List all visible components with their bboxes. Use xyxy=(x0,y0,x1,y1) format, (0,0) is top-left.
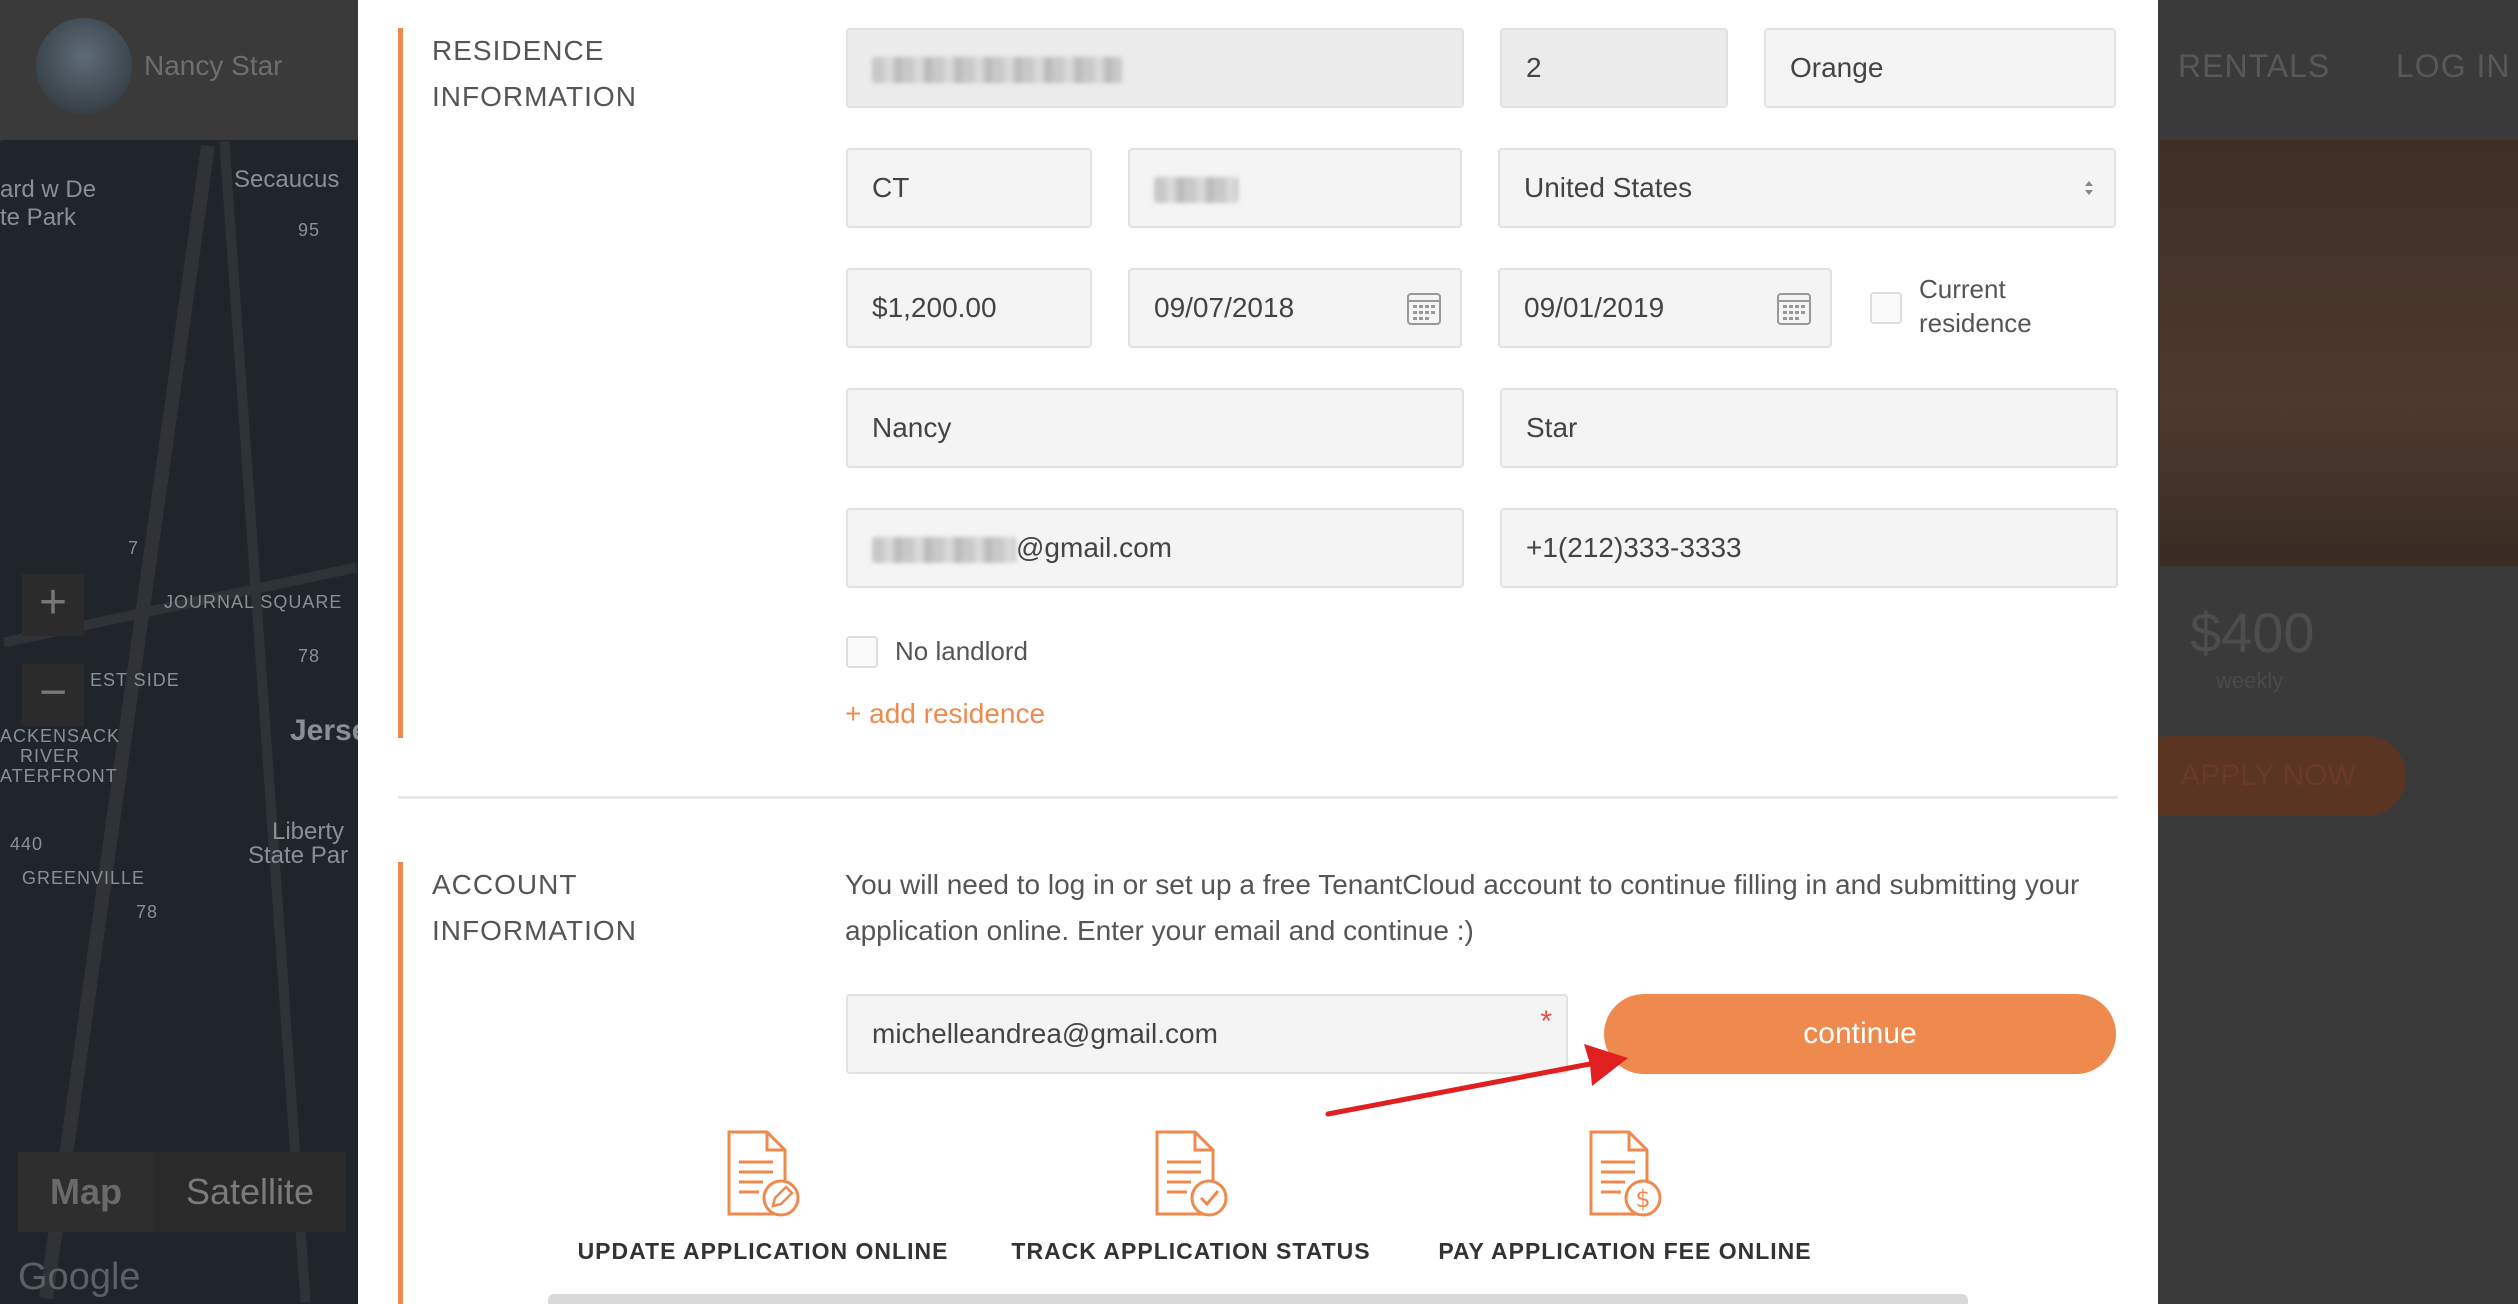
section-title-line: RESIDENCE xyxy=(432,35,605,66)
landlord-first-name-field[interactable]: Nancy xyxy=(846,388,1464,468)
street-address-field[interactable] xyxy=(846,28,1464,108)
select-arrows-icon xyxy=(2085,181,2093,195)
feature-update-online: UPDATE APPLICATION ONLINE xyxy=(548,1130,978,1265)
application-modal: RESIDENCE INFORMATION 2 Orange CT United… xyxy=(358,0,2158,1304)
google-logo: Google xyxy=(18,1256,141,1298)
section-title-line: INFORMATION xyxy=(432,81,637,112)
document-dollar-icon: $ xyxy=(1589,1130,1662,1217)
nav-rentals[interactable]: RENTALS xyxy=(2178,48,2330,85)
calendar-icon[interactable] xyxy=(1776,290,1812,326)
country-select[interactable]: United States xyxy=(1498,148,2116,228)
map-label: JOURNAL SQUARE xyxy=(164,592,343,612)
residence-section-title: RESIDENCE INFORMATION xyxy=(432,28,672,120)
route-badge: 7 xyxy=(128,538,140,558)
city-field[interactable]: Orange xyxy=(1764,28,2116,108)
landlord-last-name-field[interactable]: Star xyxy=(1500,388,2118,468)
map-zoom-in-button[interactable]: + xyxy=(22,574,84,636)
avatar xyxy=(36,18,132,114)
map-label: te Park xyxy=(0,204,77,231)
move-out-date-value: 09/01/2019 xyxy=(1524,292,1665,323)
listing-price-period: weekly xyxy=(2216,668,2284,693)
monthly-rent-field[interactable]: $1,200.00 xyxy=(846,268,1092,348)
redacted-email-user xyxy=(872,536,1016,563)
map-zoom-out-button[interactable]: − xyxy=(22,664,84,726)
map-label: RIVER xyxy=(20,746,81,766)
landlord-email-field[interactable]: @gmail.com xyxy=(846,508,1464,588)
move-in-date-field[interactable]: 09/07/2018 xyxy=(1128,268,1462,348)
map-label: Secaucus xyxy=(234,166,340,193)
map-label: ACKENSACK xyxy=(0,726,121,746)
move-in-date-value: 09/07/2018 xyxy=(1154,292,1295,323)
current-residence-label: Current residence xyxy=(1919,272,2032,340)
account-email-value: michelleandrea@gmail.com xyxy=(872,1018,1218,1049)
landlord-email-domain: @gmail.com xyxy=(1016,532,1173,563)
current-residence-checkbox[interactable] xyxy=(1870,292,1902,324)
route-badge: 440 xyxy=(10,834,44,854)
no-landlord-checkbox[interactable] xyxy=(846,636,878,668)
unit-field[interactable]: 2 xyxy=(1500,28,1728,108)
feature-pay-fee: $ PAY APPLICATION FEE ONLINE xyxy=(1410,1130,1840,1265)
document-check-icon xyxy=(1155,1130,1228,1217)
feature-label: TRACK APPLICATION STATUS xyxy=(1011,1238,1371,1264)
nav-login[interactable]: LOG IN xyxy=(2396,48,2510,85)
current-residence-label-line: Current xyxy=(1919,274,2006,304)
modal-bottom-edge xyxy=(548,1294,1968,1304)
feature-track-status: TRACK APPLICATION STATUS xyxy=(976,1130,1406,1265)
svg-text:$: $ xyxy=(1635,1185,1650,1213)
zip-field[interactable] xyxy=(1128,148,1462,228)
feature-label: PAY APPLICATION FEE ONLINE xyxy=(1438,1238,1812,1264)
map-label: ard w De xyxy=(0,176,97,203)
route-badge: 95 xyxy=(298,220,321,240)
section-accent-bar xyxy=(398,28,403,738)
country-select-value: United States xyxy=(1524,172,1693,203)
section-divider xyxy=(398,796,2118,799)
account-section-title: ACCOUNT INFORMATION xyxy=(432,862,672,954)
listing-price: $400 xyxy=(2190,601,2315,664)
user-name: Nancy Star xyxy=(144,50,283,81)
map-type-map[interactable]: Map xyxy=(18,1152,154,1232)
map-label: GREENVILLE xyxy=(22,868,146,888)
map-label: EST SIDE xyxy=(90,670,180,690)
no-landlord-label: No landlord xyxy=(895,636,1028,666)
map-label: ATERFRONT xyxy=(0,766,118,786)
feature-label: UPDATE APPLICATION ONLINE xyxy=(577,1238,949,1264)
calendar-icon[interactable] xyxy=(1406,290,1442,326)
account-email-field[interactable]: michelleandrea@gmail.com * xyxy=(846,994,1568,1074)
redacted-zip xyxy=(1154,176,1238,203)
section-title-line: ACCOUNT xyxy=(432,869,578,900)
redacted-address xyxy=(872,56,1122,83)
map-type-satellite[interactable]: Satellite xyxy=(154,1152,346,1232)
move-out-date-field[interactable]: 09/01/2019 xyxy=(1498,268,1832,348)
map-type-toggle: Map Satellite xyxy=(18,1152,347,1232)
current-residence-label-line: residence xyxy=(1919,308,2032,338)
add-residence-link[interactable]: + add residence xyxy=(845,698,1045,730)
map-label: Jerse xyxy=(290,714,369,747)
apply-now-button[interactable]: APPLY NOW xyxy=(2130,736,2406,816)
section-accent-bar xyxy=(398,862,403,1304)
map-label: State Par xyxy=(248,842,349,869)
route-badge: 78 xyxy=(298,646,321,666)
document-edit-icon xyxy=(727,1130,800,1217)
landlord-phone-field[interactable]: +1(212)333-3333 xyxy=(1500,508,2118,588)
section-title-line: INFORMATION xyxy=(432,915,637,946)
route-badge: 78 xyxy=(136,902,159,922)
continue-button[interactable]: continue xyxy=(1604,994,2116,1074)
state-field[interactable]: CT xyxy=(846,148,1092,228)
account-description: You will need to log in or set up a free… xyxy=(845,869,2080,946)
required-indicator: * xyxy=(1540,1005,1552,1038)
